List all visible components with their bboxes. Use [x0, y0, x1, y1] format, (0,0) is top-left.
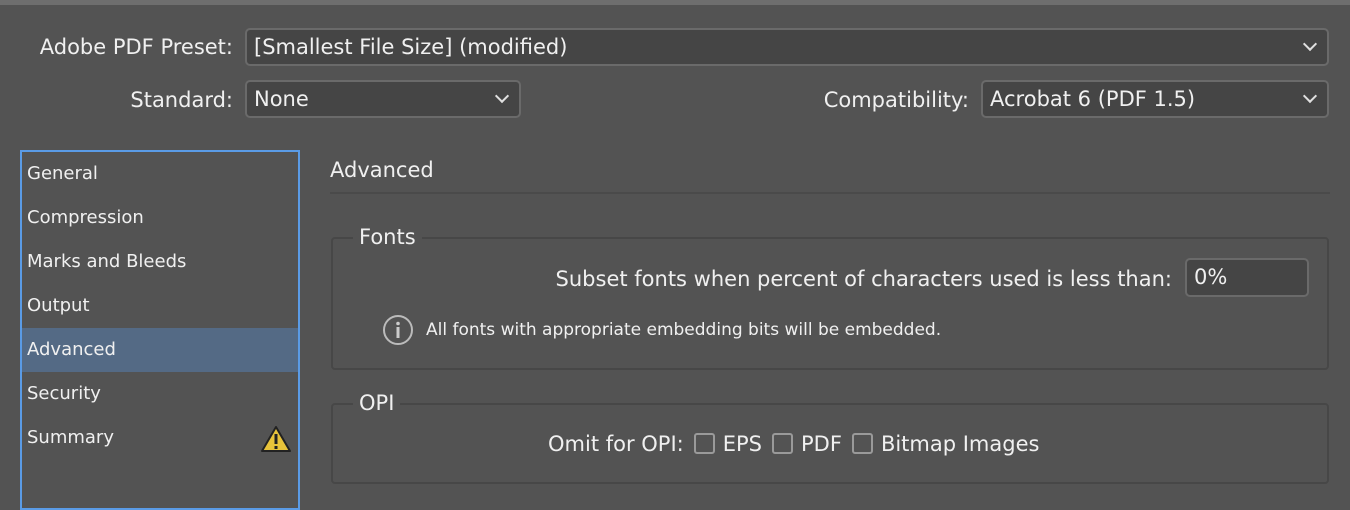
omit-opi-row: Omit for OPI: EPS PDF Bitmap Images — [548, 432, 1039, 456]
opi-legend: OPI — [353, 391, 401, 415]
sidebar-item-label: General — [27, 163, 98, 184]
subset-percent-value: 0% — [1194, 265, 1228, 289]
sidebar-item-output[interactable]: Output — [22, 284, 298, 328]
bitmap-images-checkbox[interactable] — [851, 433, 873, 454]
sidebar-item-general[interactable]: General — [22, 152, 298, 196]
compatibility-dropdown[interactable]: Acrobat 6 (PDF 1.5) — [981, 80, 1329, 118]
sidebar-item-summary[interactable]: Summary — [22, 416, 298, 460]
chevron-down-icon — [1302, 88, 1318, 104]
eps-label: EPS — [722, 432, 763, 456]
sidebar-item-security[interactable]: Security — [22, 372, 298, 416]
sidebar-list[interactable]: General Compression Marks and Bleeds Out… — [20, 150, 300, 510]
chevron-down-icon — [494, 88, 510, 104]
sidebar-item-label: Summary — [27, 427, 114, 448]
pdf-checkbox[interactable] — [772, 433, 794, 454]
pdf-label: PDF — [801, 432, 842, 456]
omit-opi-label: Omit for OPI: — [548, 432, 684, 456]
sidebar-item-advanced[interactable]: Advanced — [22, 328, 298, 372]
window-top-edge — [0, 0, 1350, 5]
compatibility-value: Acrobat 6 (PDF 1.5) — [990, 87, 1196, 111]
sidebar-item-label: Output — [27, 295, 90, 316]
title-divider — [330, 192, 1330, 194]
standard-dropdown[interactable]: None — [245, 80, 521, 118]
sidebar-item-label: Marks and Bleeds — [27, 251, 187, 272]
chevron-down-icon — [1302, 36, 1318, 52]
standard-value: None — [254, 87, 309, 111]
bitmap-images-label: Bitmap Images — [880, 432, 1040, 456]
eps-checkbox[interactable] — [693, 433, 715, 454]
compatibility-label: Compatibility: — [823, 88, 969, 112]
sidebar-item-label: Compression — [27, 207, 144, 228]
panel-title: Advanced — [330, 158, 434, 182]
sidebar-item-marks-and-bleeds[interactable]: Marks and Bleeds — [22, 240, 298, 284]
fonts-group: Fonts — [331, 225, 1329, 370]
sidebar-item-compression[interactable]: Compression — [22, 196, 298, 240]
standard-label: Standard: — [130, 88, 233, 112]
subset-percent-input[interactable]: 0% — [1185, 258, 1309, 297]
subset-fonts-label: Subset fonts when percent of characters … — [555, 267, 1172, 291]
warning-icon — [261, 426, 291, 452]
info-icon — [383, 315, 413, 345]
sidebar-item-label: Advanced — [27, 339, 116, 360]
sidebar-item-label: Security — [27, 383, 101, 404]
preset-dropdown[interactable]: [Smallest File Size] (modified) — [245, 28, 1329, 66]
preset-label: Adobe PDF Preset: — [39, 35, 233, 59]
fonts-info-text: All fonts with appropriate embedding bit… — [426, 320, 942, 340]
preset-value: [Smallest File Size] (modified) — [254, 35, 568, 59]
fonts-legend: Fonts — [353, 225, 422, 249]
